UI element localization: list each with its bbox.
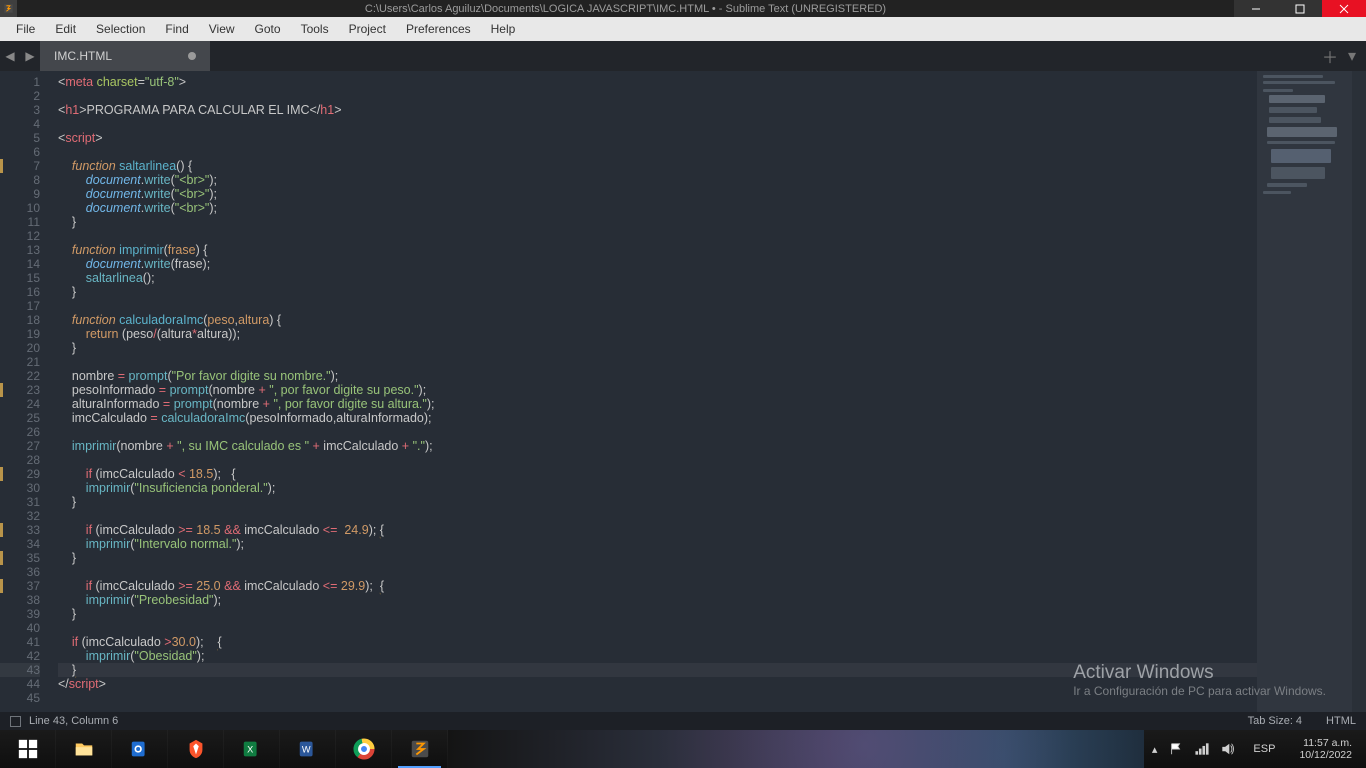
minimize-button[interactable]	[1234, 0, 1278, 17]
statusbar: Line 43, Column 6 Tab Size: 4 HTML	[0, 712, 1366, 730]
tray-volume-icon[interactable]	[1221, 742, 1235, 756]
taskbar-explorer-icon[interactable]	[56, 730, 112, 768]
menu-help[interactable]: Help	[481, 18, 526, 40]
taskbar-word-icon[interactable]: W	[280, 730, 336, 768]
menubar: File Edit Selection Find View Goto Tools…	[0, 17, 1366, 41]
tray-date: 10/12/2022	[1299, 749, 1352, 761]
svg-text:X: X	[247, 745, 253, 755]
svg-text:W: W	[301, 745, 310, 755]
taskbar-brave-icon[interactable]	[168, 730, 224, 768]
maximize-button[interactable]	[1278, 0, 1322, 17]
menu-edit[interactable]: Edit	[45, 18, 86, 40]
titlebar: C:\Users\Carlos Aguiluz\Documents\LOGICA…	[0, 0, 1366, 17]
gutter[interactable]: 1234567891011121314151617181920212223242…	[0, 71, 48, 712]
tab-label: IMC.HTML	[54, 49, 112, 63]
system-tray[interactable]: ▴ ESP 11:57 a.m. 10/12/2022	[1144, 730, 1366, 768]
window-title: C:\Users\Carlos Aguiluz\Documents\LOGICA…	[17, 3, 1234, 15]
tab-back-icon[interactable]: ◀	[0, 41, 20, 71]
status-tabsize[interactable]: Tab Size: 4	[1248, 715, 1302, 727]
tab-menu-icon[interactable]: ▾	[1348, 46, 1356, 66]
menu-goto[interactable]: Goto	[245, 18, 291, 40]
taskbar-excel-icon[interactable]: X	[224, 730, 280, 768]
app-icon	[0, 0, 17, 17]
windows-activation-watermark: Activar Windows Ir a Configuración de PC…	[1073, 662, 1326, 698]
menu-file[interactable]: File	[6, 18, 45, 40]
menu-find[interactable]: Find	[155, 18, 198, 40]
tab-dirty-icon	[188, 52, 196, 60]
tab-imc-html[interactable]: IMC.HTML	[40, 41, 210, 71]
status-position[interactable]: Line 43, Column 6	[29, 715, 118, 727]
window-buttons	[1234, 0, 1366, 17]
code-area[interactable]: <meta charset="utf-8"><h1>PROGRAMA PARA …	[48, 71, 1257, 712]
tray-flag-icon[interactable]	[1169, 742, 1183, 756]
status-language[interactable]: HTML	[1326, 715, 1356, 727]
menu-tools[interactable]: Tools	[291, 18, 339, 40]
start-button[interactable]	[0, 730, 56, 768]
status-checkbox-icon[interactable]	[10, 716, 21, 727]
close-button[interactable]	[1322, 0, 1366, 17]
editor[interactable]: 1234567891011121314151617181920212223242…	[0, 71, 1366, 712]
tray-network-icon[interactable]	[1195, 742, 1209, 756]
tray-language[interactable]: ESP	[1247, 743, 1281, 755]
tray-up-icon[interactable]: ▴	[1152, 743, 1158, 756]
minimap[interactable]	[1257, 71, 1352, 712]
tray-clock[interactable]: 11:57 a.m. 10/12/2022	[1293, 737, 1358, 761]
menu-preferences[interactable]: Preferences	[396, 18, 481, 40]
menu-view[interactable]: View	[199, 18, 245, 40]
tray-time: 11:57 a.m.	[1299, 737, 1352, 749]
taskbar-chrome-icon[interactable]	[336, 730, 392, 768]
watermark-subtitle: Ir a Configuración de PC para activar Wi…	[1073, 684, 1326, 698]
watermark-title: Activar Windows	[1073, 662, 1326, 684]
taskbar: X W ▴ ESP 11:57 a.m. 10/12/2022	[0, 730, 1366, 768]
tab-forward-icon[interactable]: ▶	[20, 41, 40, 71]
scrollbar-vertical[interactable]	[1352, 71, 1366, 712]
taskbar-background	[448, 730, 1144, 768]
taskbar-sublime-icon[interactable]	[392, 730, 448, 768]
tabstrip: ◀ ▶ IMC.HTML ＋ ▾	[0, 41, 1366, 71]
taskbar-outlook-icon[interactable]	[112, 730, 168, 768]
new-tab-icon[interactable]: ＋	[1322, 44, 1338, 68]
menu-selection[interactable]: Selection	[86, 18, 155, 40]
menu-project[interactable]: Project	[339, 18, 396, 40]
